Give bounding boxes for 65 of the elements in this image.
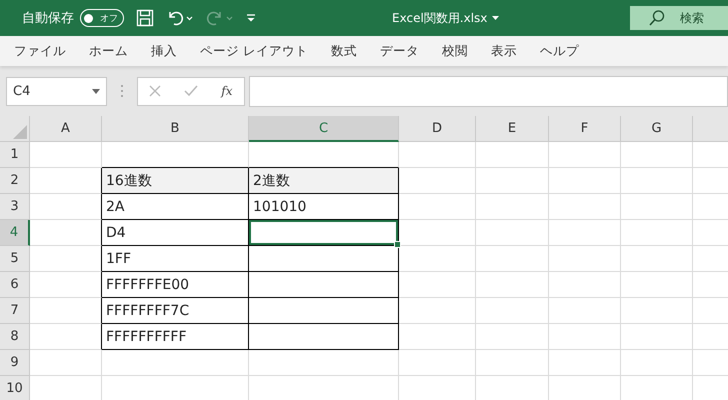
caret-icon[interactable] — [492, 16, 500, 20]
customize-icon[interactable] — [246, 13, 256, 23]
column-header[interactable]: B — [102, 116, 249, 142]
spreadsheet-cell[interactable] — [30, 246, 102, 272]
ribbon-tab[interactable]: ヘルプ — [532, 38, 587, 64]
spreadsheet-cell[interactable]: 1FF — [102, 246, 249, 272]
column-header[interactable] — [693, 116, 728, 142]
fill-handle[interactable] — [394, 241, 401, 248]
row-header[interactable]: 5 — [0, 246, 30, 272]
spreadsheet-cell[interactable] — [30, 324, 102, 350]
spreadsheet-cell[interactable] — [30, 298, 102, 324]
row-header[interactable]: 9 — [0, 350, 30, 376]
column-header[interactable]: E — [476, 116, 549, 142]
formula-input[interactable] — [249, 76, 728, 106]
name-box[interactable]: C4 — [6, 76, 107, 106]
row-header[interactable]: 10 — [0, 376, 30, 400]
ribbon-tab[interactable]: データ — [372, 38, 427, 64]
autosave-toggle[interactable]: オフ — [80, 9, 124, 27]
spreadsheet-cell[interactable] — [30, 220, 102, 246]
row-header[interactable]: 8 — [0, 324, 30, 350]
select-all-corner[interactable] — [0, 116, 30, 142]
spreadsheet-cell[interactable]: FFFFFFFF7C — [102, 298, 249, 324]
spreadsheet-cell[interactable] — [249, 246, 399, 272]
cancel-icon[interactable] — [149, 85, 162, 97]
row-header[interactable]: 3 — [0, 194, 30, 220]
spreadsheet-cell[interactable]: 101010 — [249, 194, 399, 220]
column-header[interactable]: G — [621, 116, 693, 142]
check-icon[interactable] — [184, 85, 198, 97]
spreadsheet-cell[interactable] — [249, 324, 399, 350]
save-icon[interactable] — [136, 9, 154, 27]
spreadsheet-cell[interactable]: FFFFFFFFFF — [102, 324, 249, 350]
spreadsheet-cell[interactable]: 2進数 — [249, 168, 399, 194]
row-header[interactable]: 4 — [0, 220, 30, 246]
column-header[interactable]: A — [30, 116, 102, 142]
spreadsheet-cell[interactable] — [249, 220, 399, 246]
insert-function-button[interactable]: fx — [221, 84, 233, 98]
row-header[interactable]: 7 — [0, 298, 30, 324]
corner-triangle-icon — [13, 125, 27, 139]
ribbon-tab[interactable]: 挿入 — [143, 38, 185, 64]
autosave-label: 自動保存 — [22, 10, 74, 27]
file-name[interactable]: Excel関数用.xlsx — [392, 10, 488, 26]
search-icon — [648, 9, 666, 27]
spreadsheet-cell[interactable]: 16進数 — [102, 168, 249, 194]
grip-icon — [120, 84, 124, 98]
spreadsheet-cell[interactable] — [249, 272, 399, 298]
row-header[interactable]: 6 — [0, 272, 30, 298]
spreadsheet-cell[interactable] — [30, 194, 102, 220]
ribbon-tab[interactable]: ホーム — [81, 38, 136, 64]
ribbon-tab[interactable]: 表示 — [482, 38, 525, 64]
row-header[interactable]: 2 — [0, 168, 30, 194]
ribbon-tab[interactable]: ファイル — [6, 38, 74, 64]
column-header[interactable]: D — [399, 116, 476, 142]
ribbon-tab[interactable]: ページ レイアウト — [192, 38, 316, 64]
spreadsheet-cell[interactable] — [30, 272, 102, 298]
column-header[interactable]: C — [249, 116, 399, 142]
ribbon-tab[interactable]: 校閲 — [434, 38, 476, 64]
spreadsheet-cell[interactable] — [249, 298, 399, 324]
spreadsheet-cell[interactable]: FFFFFFFE00 — [102, 272, 249, 298]
search-field[interactable]: 検索 — [630, 6, 728, 30]
row-header[interactable]: 1 — [0, 142, 30, 168]
spreadsheet-cell[interactable]: 2A — [102, 194, 249, 220]
ribbon-tab[interactable]: 数式 — [322, 38, 365, 64]
caret-icon — [92, 88, 100, 94]
column-header[interactable]: F — [549, 116, 621, 142]
spreadsheet-cell[interactable]: D4 — [102, 220, 249, 246]
